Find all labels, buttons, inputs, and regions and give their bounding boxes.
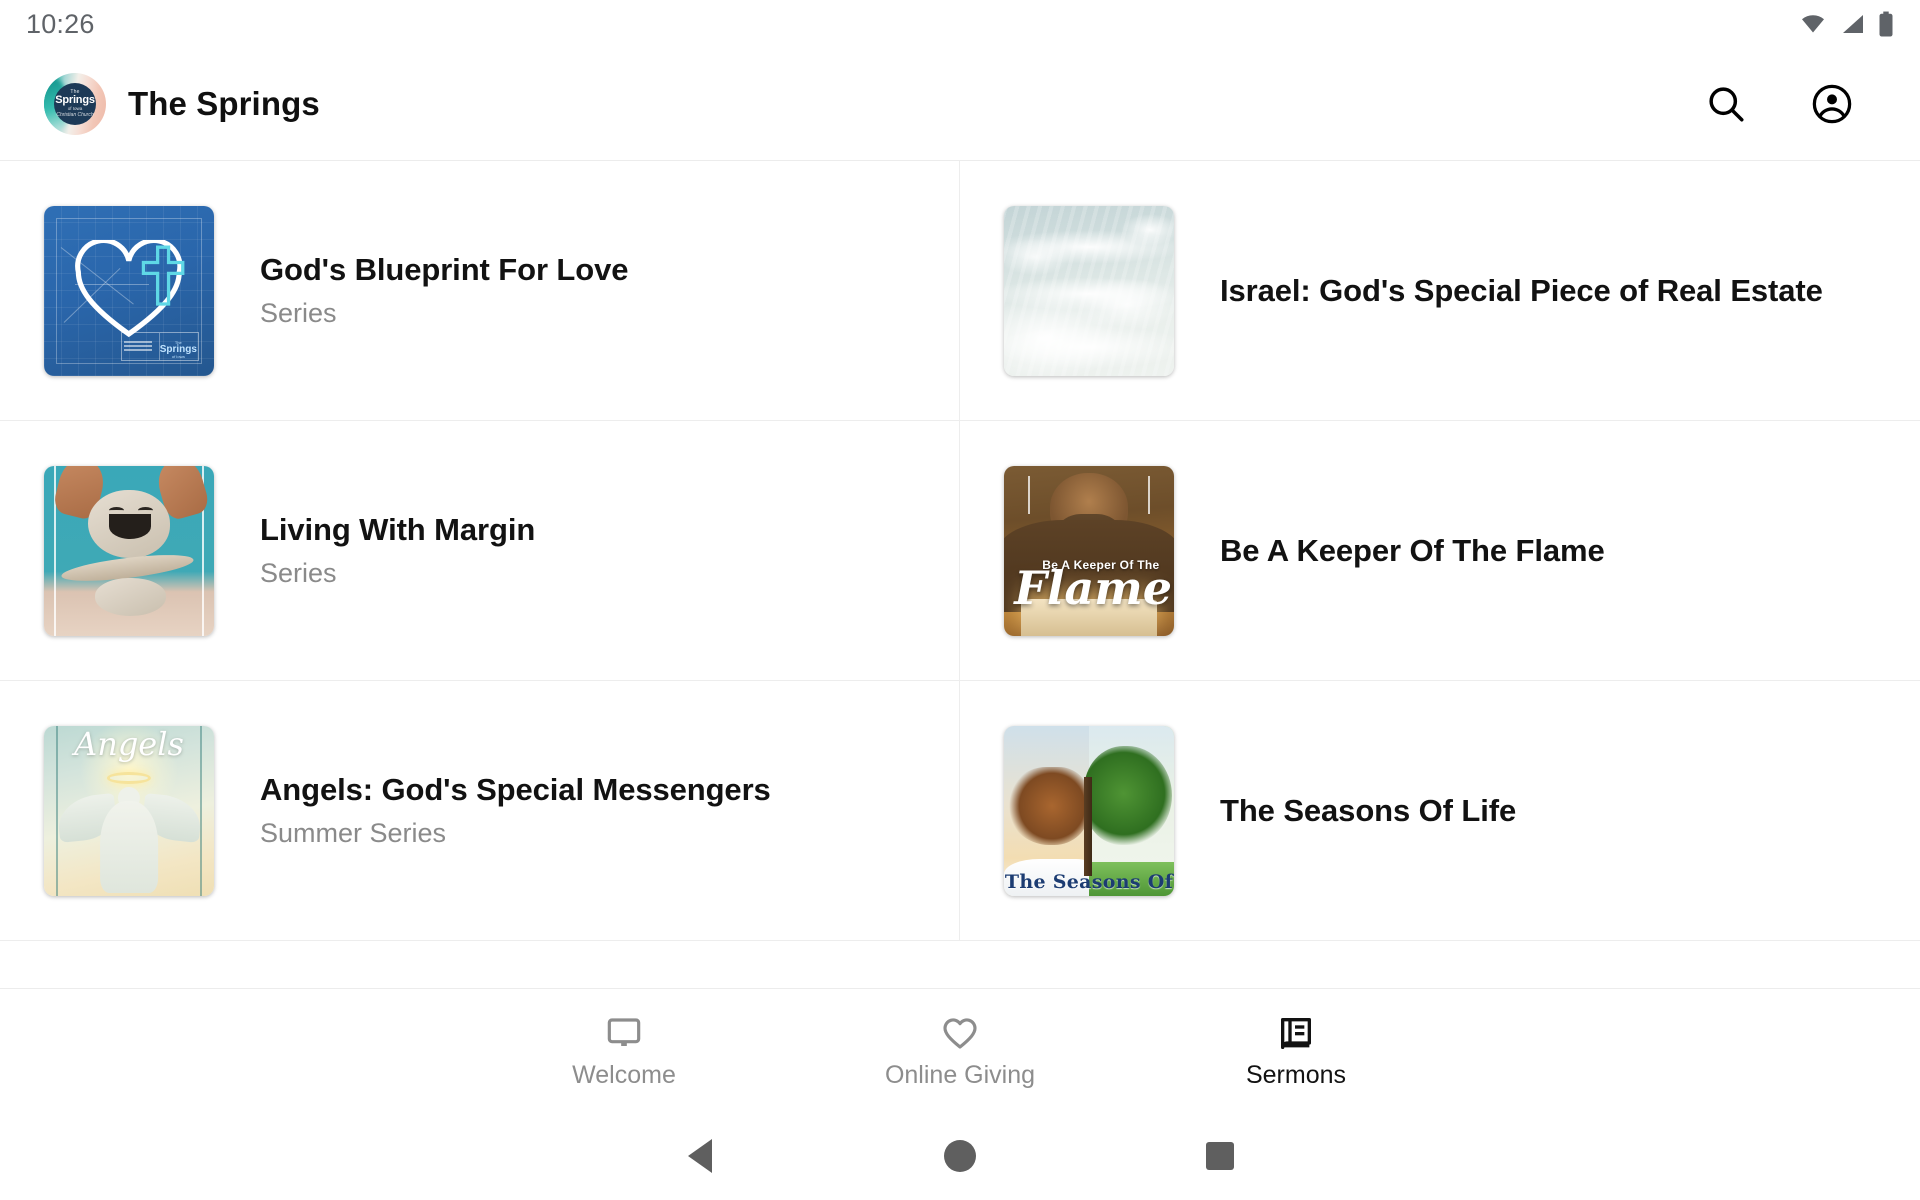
sermon-thumbnail <box>44 466 214 636</box>
list-item-text: Living With Margin Series <box>260 513 553 588</box>
list-item-text: God's Blueprint For Love Series <box>260 253 646 328</box>
list-item-title: Israel: God's Special Piece of Real Esta… <box>1220 272 1823 308</box>
thumbnail-wordmark: The Springs of Iowa <box>159 340 197 359</box>
monitor-icon <box>604 1013 644 1053</box>
sermon-thumbnail: Angels <box>44 726 214 896</box>
list-item-text: The Seasons Of Life <box>1220 792 1534 829</box>
system-back-button[interactable] <box>570 1139 830 1173</box>
status-bar-clock: 10:26 <box>26 8 95 39</box>
nav-tab-welcome[interactable]: Welcome <box>456 1013 792 1088</box>
list-item[interactable]: The Seasons Of The Seasons Of Life <box>960 681 1920 941</box>
account-button[interactable] <box>1806 78 1858 130</box>
battery-icon <box>1878 11 1894 37</box>
logo-line-2: Springs <box>55 94 95 107</box>
search-icon <box>1704 82 1748 126</box>
app-bar-actions <box>1700 78 1858 130</box>
home-circle-icon <box>944 1140 976 1172</box>
app-screen: 10:26 The Springs of Iowa Christian Chur… <box>0 0 1920 1200</box>
system-recents-button[interactable] <box>1090 1142 1350 1170</box>
thumbnail-wordmark: Flame <box>1014 560 1173 615</box>
nav-tab-sermons-label: Sermons <box>1245 1061 1347 1089</box>
list-item-subtitle: Series <box>260 558 337 589</box>
app-bar: The Springs of Iowa Christian Church The… <box>0 48 1920 160</box>
list-item-title: Living With Margin <box>260 512 536 548</box>
list-item-subtitle: Series <box>260 298 337 329</box>
heart-outline-icon <box>940 1013 980 1053</box>
list-item[interactable]: Israel: God's Special Piece of Real Esta… <box>960 161 1920 421</box>
list-item-text: Be A Keeper Of The Flame <box>1220 532 1623 569</box>
nav-tab-sermons[interactable]: Sermons <box>1128 1013 1464 1088</box>
sermons-list[interactable]: The Springs of Iowa God's Blueprint For … <box>0 160 1920 988</box>
app-logo-icon: The Springs of Iowa Christian Church <box>44 73 106 135</box>
account-circle-icon <box>1809 81 1855 127</box>
thumbnail-caption: The Seasons Of <box>1004 870 1174 893</box>
brand-block: The Springs of Iowa Christian Church The… <box>44 73 1700 135</box>
sermon-thumbnail <box>1004 206 1174 376</box>
list-item[interactable]: Be A Keeper Of The Flame Be A Keeper Of … <box>960 421 1920 681</box>
list-item-title: God's Blueprint For Love <box>260 252 629 288</box>
wifi-icon <box>1798 12 1828 36</box>
back-triangle-icon <box>688 1139 712 1173</box>
recents-square-icon <box>1206 1142 1234 1170</box>
app-logo-core: The Springs of Iowa Christian Church <box>54 83 96 125</box>
sermons-grid: The Springs of Iowa God's Blueprint For … <box>0 161 1920 941</box>
cross-icon <box>141 245 185 306</box>
sermon-thumbnail: The Springs of Iowa <box>44 206 214 376</box>
list-item-subtitle: Summer Series <box>260 818 447 849</box>
status-bar: 10:26 <box>0 0 1920 48</box>
nav-tab-welcome-label: Welcome <box>572 1061 676 1089</box>
sermon-thumbnail: The Seasons Of <box>1004 726 1174 896</box>
list-item[interactable]: The Springs of Iowa God's Blueprint For … <box>0 161 960 421</box>
sermon-thumbnail: Be A Keeper Of The Flame <box>1004 466 1174 636</box>
nav-tab-online-giving[interactable]: Online Giving <box>792 1013 1128 1088</box>
logo-line-4: Christian Church <box>56 111 94 118</box>
list-item-text: Israel: God's Special Piece of Real Esta… <box>1220 272 1841 309</box>
status-bar-icons <box>1798 11 1894 37</box>
list-item-title: The Seasons Of Life <box>1220 792 1517 828</box>
thumbnail-wordmark: Angels <box>74 726 184 763</box>
logo-line-1: The <box>70 89 80 96</box>
android-system-nav <box>0 1112 1920 1200</box>
article-reader-icon <box>1276 1013 1316 1053</box>
nav-tab-online-giving-label: Online Giving <box>884 1061 1036 1089</box>
list-item-title: Be A Keeper Of The Flame <box>1220 532 1605 568</box>
cell-signal-icon <box>1840 12 1866 36</box>
list-item-title: Angels: God's Special Messengers <box>260 772 771 808</box>
search-button[interactable] <box>1700 78 1752 130</box>
bottom-navigation-bar: Welcome Online Giving Sermons <box>0 988 1920 1112</box>
list-item-text: Angels: God's Special Messengers Summer … <box>260 773 789 848</box>
page-title: The Springs <box>128 85 320 122</box>
list-item[interactable]: Living With Margin Series <box>0 421 960 681</box>
system-home-button[interactable] <box>830 1140 1090 1172</box>
list-item[interactable]: Angels Angels: God's Special Messengers … <box>0 681 960 941</box>
